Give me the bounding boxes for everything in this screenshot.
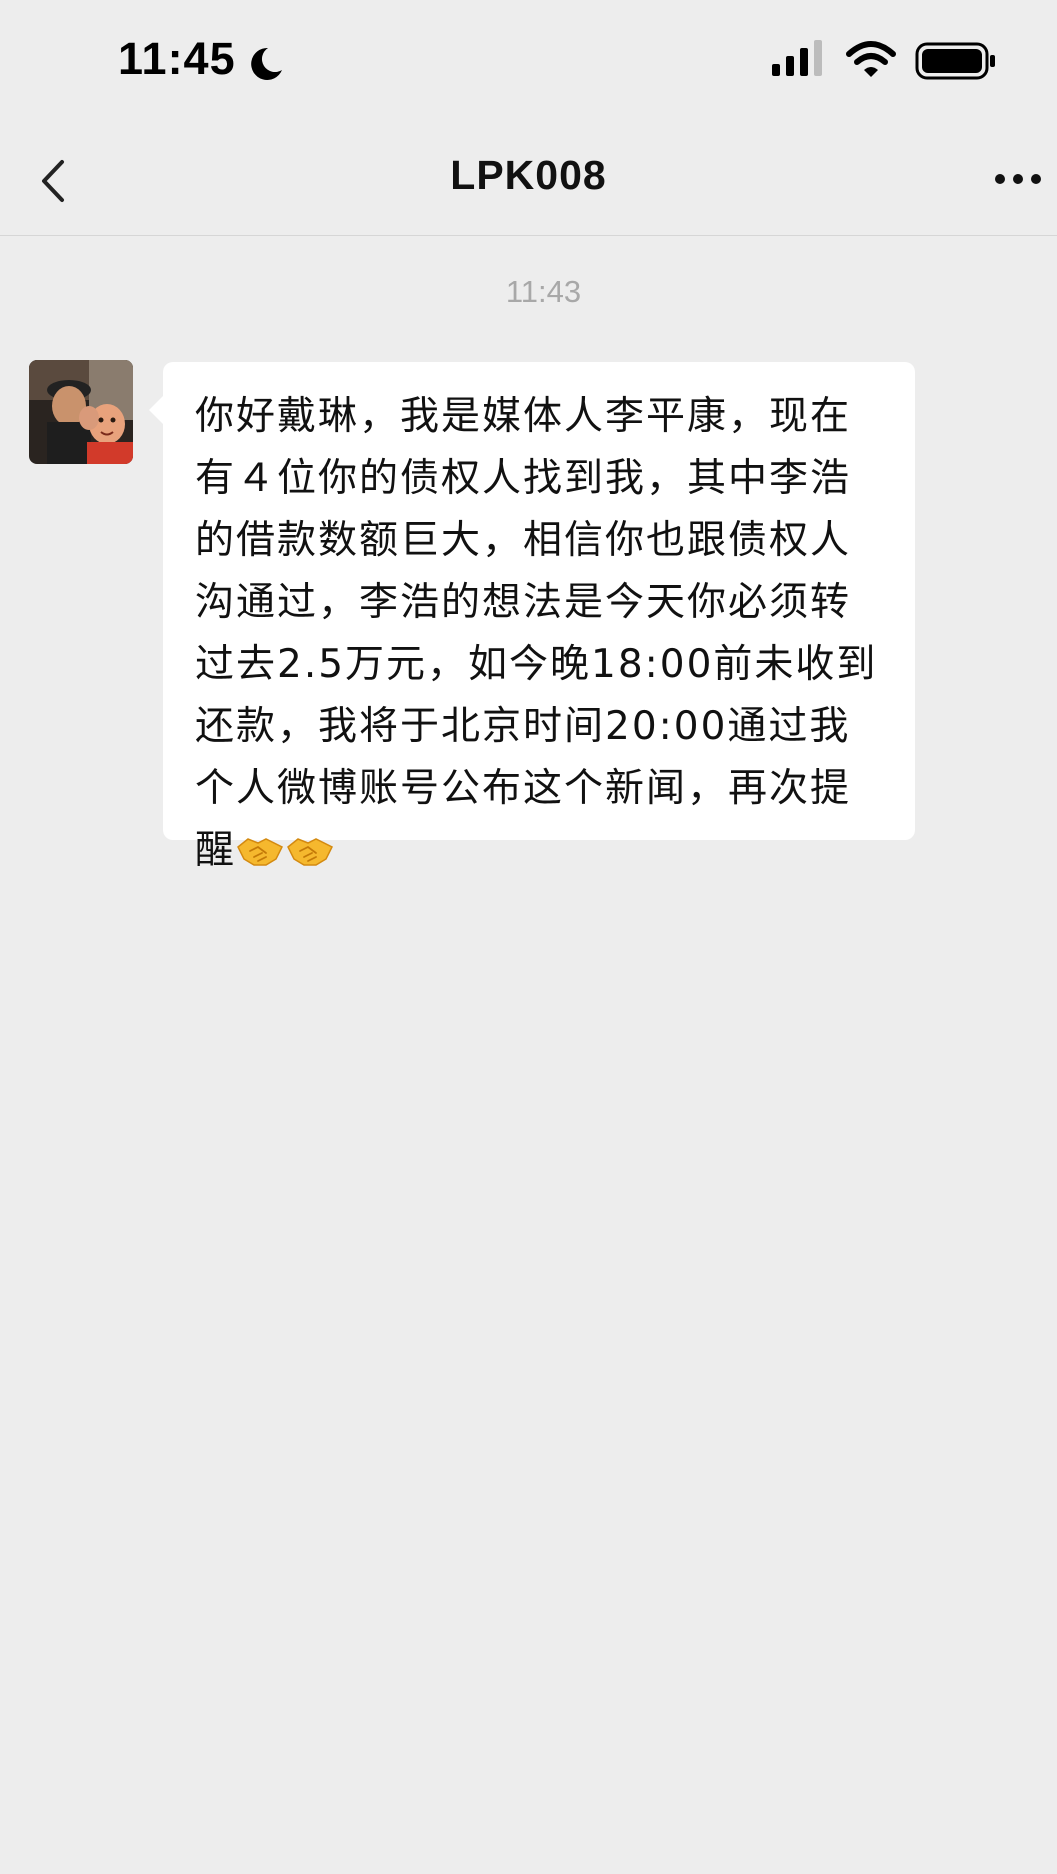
- wifi-icon: [846, 41, 896, 77]
- ellipsis-icon[interactable]: [993, 172, 1043, 186]
- signal-icon: [772, 40, 822, 76]
- avatar[interactable]: [29, 360, 133, 464]
- handshake-icon: [237, 837, 284, 866]
- handshake-icon: [287, 837, 334, 866]
- moon-icon: [251, 47, 282, 80]
- avatar-photo: [29, 360, 133, 464]
- message-text: 你好戴琳，我是媒体人李平康，现在有４位你的债权人找到我，其中李浩的借款数额巨大，…: [195, 386, 891, 884]
- message-body: 你好戴琳，我是媒体人李平康，现在有４位你的债权人找到我，其中李浩的借款数额巨大，…: [195, 394, 878, 873]
- emoji-group: [236, 822, 336, 884]
- status-bar: 11:45: [0, 0, 1057, 120]
- chat-title: LPK008: [450, 152, 607, 198]
- message-bubble[interactable]: 你好戴琳，我是媒体人李平康，现在有４位你的债权人找到我，其中李浩的借款数额巨大，…: [149, 362, 915, 873]
- battery-icon: [915, 42, 995, 80]
- chat-header: LPK008: [0, 120, 1057, 236]
- message-timestamp: 11:43: [505, 274, 582, 309]
- chat-area[interactable]: 11:43 你好戴琳，我是媒体人李平康，现在有４位你的债权人找到我，其中李浩的借…: [0, 236, 1057, 1874]
- status-time: 11:45: [118, 33, 236, 84]
